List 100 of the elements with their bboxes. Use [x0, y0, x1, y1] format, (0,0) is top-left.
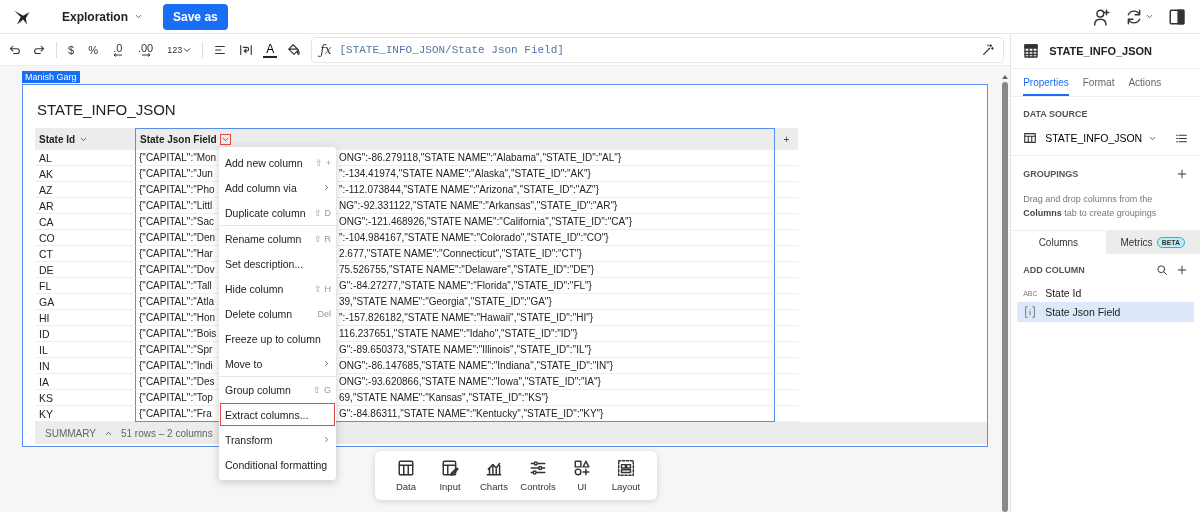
column-name: State Json Field: [140, 134, 217, 145]
table-cell-text: ":-112.073844,"STATE NAME":"Arizona","STATE_ID":"AZ"}: [339, 184, 600, 195]
json-bracket-icon: [1023, 305, 1038, 319]
table-cell: DE: [35, 262, 135, 278]
table-cell: AZ: [35, 182, 135, 198]
summary-text: 51 rows – 2 columns: [120, 427, 213, 439]
formula-bar[interactable]: ƒx [STATE_INFO_JSON/State Json Field]: [311, 36, 1005, 63]
format-button[interactable]: %: [85, 42, 101, 57]
table-cell: IA: [35, 374, 135, 390]
caret-icon: [220, 135, 230, 144]
add-element-button[interactable]: Input: [429, 457, 471, 494]
add-grouping-button[interactable]: [1176, 168, 1188, 180]
refresh-icon: [1125, 7, 1143, 26]
menu-item[interactable]: Hide column ⇧ H: [219, 276, 336, 301]
table-cell-text: NG":-92.331122,"STATE NAME":"Arkansas","STATE_ID":"AR"}: [339, 200, 619, 211]
text-color-button[interactable]: A: [263, 41, 278, 58]
layout-icon: [617, 459, 635, 477]
document-title-dropdown[interactable]: Exploration: [56, 8, 149, 25]
table-cell-text: {"CAPITAL":"Indi: [139, 360, 214, 371]
edit-table-icon: [441, 459, 459, 477]
scrollbar-thumb[interactable]: [1002, 82, 1009, 512]
column-header[interactable]: State Json Field: [135, 128, 775, 150]
add-user-icon: [1093, 7, 1111, 26]
panel-tab[interactable]: Properties: [1023, 69, 1069, 96]
table-icon: [1023, 43, 1040, 59]
text-wrap-icon: [239, 42, 254, 57]
shortcut-hint: ⇧ G: [313, 384, 331, 395]
column-name: State Id: [39, 133, 76, 145]
column-list-item[interactable]: State Json Field: [1017, 302, 1194, 322]
table-cell-text: 75.526755,"STATE NAME":"Delaware","STATE_ID":"DE"}: [339, 264, 595, 275]
table-cell-text: {"CAPITAL":"Pho: [139, 184, 216, 195]
search-button[interactable]: [1156, 264, 1168, 276]
table-cell: CT: [35, 246, 135, 262]
table-cell-text: {"CAPITAL":"Sac: [139, 216, 215, 227]
add-element-button[interactable]: Layout: [605, 457, 647, 494]
menu-item[interactable]: Add new column ⇧ +: [219, 150, 336, 175]
menu-item[interactable]: Freeze up to column: [219, 326, 336, 351]
data-source-dropdown[interactable]: STATE_INFO_JSON: [1045, 132, 1167, 144]
section-heading: DATA SOURCE: [1023, 109, 1088, 119]
increase-decimals-button[interactable]: .00: [134, 40, 157, 59]
table-cell: {"CAPITAL":"Den: [139, 232, 217, 243]
table-cell-text: 69,"STATE NAME":"Kansas","STATE_ID":"KS"}: [339, 392, 550, 403]
table-title: STATE_INFO_JSON: [37, 101, 177, 118]
table-icon: [397, 459, 415, 477]
add-column-button[interactable]: [1176, 264, 1188, 276]
table-cell: {"CAPITAL":"Mon: [139, 152, 217, 163]
formula-text: [STATE_INFO_JSON/State Json Field]: [339, 43, 565, 56]
decrease-decimals-button[interactable]: .0: [108, 40, 127, 59]
table-cell-text: {"CAPITAL":"Top: [139, 392, 214, 403]
table-cell-text: ":-104.984167,"STATE NAME":"Colorado","STATE_ID":"CO"}: [339, 232, 610, 243]
table-cell: CA: [35, 214, 135, 230]
search-icon: [1156, 264, 1168, 276]
save-as-button[interactable]: Save as: [163, 3, 228, 30]
shortcut-hint: ⇧ D: [314, 207, 331, 218]
add-column-button[interactable]: +: [775, 128, 798, 150]
menu-item[interactable]: Delete column Del: [219, 301, 336, 326]
table-cell-text: 116.237651,"STATE NAME":"Idaho","STATE_ID":"ID"}: [339, 328, 579, 339]
format-button[interactable]: $: [65, 42, 78, 57]
summary-label: SUMMARY: [45, 427, 96, 439]
shortcut-hint: ⇧ +: [315, 157, 331, 168]
menu-item[interactable]: Transform: [219, 427, 336, 452]
panel-tab[interactable]: Format: [1082, 69, 1115, 96]
menu-item[interactable]: Group column ⇧ G: [219, 377, 336, 402]
arrow-left-icon: [111, 52, 124, 57]
number-format-dropdown[interactable]: 123: [164, 42, 195, 57]
add-element-button[interactable]: Controls: [517, 457, 559, 494]
add-element-button[interactable]: Data: [385, 457, 427, 494]
table-cell-text: {"CAPITAL":"Har: [139, 248, 214, 259]
menu-item[interactable]: Move to: [219, 351, 336, 376]
menu-item[interactable]: Add column via: [219, 175, 336, 200]
chevron-icon: [134, 12, 143, 21]
table-cell: KS: [35, 390, 135, 406]
sliders-icon: [529, 459, 547, 477]
table-icon: [1023, 131, 1038, 145]
table-cell-text: 39,"STATE NAME":"Georgia","STATE_ID":"GA"}: [339, 296, 553, 307]
panel-title: STATE_INFO_JSON: [1049, 45, 1153, 57]
table-cell: AL: [35, 150, 135, 166]
menu-item[interactable]: Rename column ⇧ R: [219, 226, 336, 251]
plus-icon: [1176, 168, 1188, 180]
table-cell-text: G":-89.650373,"STATE NAME":"Illinois","STATE_ID":"IL"}: [339, 344, 593, 355]
column-menu-button[interactable]: [220, 135, 230, 144]
table-cell: AR: [35, 198, 135, 214]
table-cell-text: 2.677,"STATE NAME":"Connecticut","STATE_ID":"CT"}: [339, 248, 583, 259]
table-cell: IL: [35, 342, 135, 358]
add-element-button[interactable]: UI: [561, 457, 603, 494]
table-cell: HI: [35, 310, 135, 326]
table-cell: AK: [35, 166, 135, 182]
add-element-button[interactable]: Charts: [473, 457, 515, 494]
column-header[interactable]: State Id: [35, 128, 135, 150]
menu-item[interactable]: Duplicate column ⇧ D: [219, 200, 336, 225]
menu-item[interactable]: Set description...: [219, 251, 336, 276]
table-cell-text: ONG":-93.620866,"STATE NAME":"Iowa","STATE_ID":"IA"}: [339, 376, 602, 387]
menu-item[interactable]: Conditional formatting: [219, 452, 336, 477]
caret-icon: [1145, 12, 1154, 21]
panel-tab[interactable]: Actions: [1128, 69, 1162, 96]
table-cell-text: {"CAPITAL":"Spr: [139, 344, 214, 355]
menu-item[interactable]: Extract columns...: [219, 402, 336, 427]
table-cell: FL: [35, 278, 135, 294]
table-cell-text: G":-84.27277,"STATE NAME":"Florida","STATE_ID":"FL"}: [339, 280, 593, 291]
table-cell-text: {"CAPITAL":"Des: [139, 376, 216, 387]
